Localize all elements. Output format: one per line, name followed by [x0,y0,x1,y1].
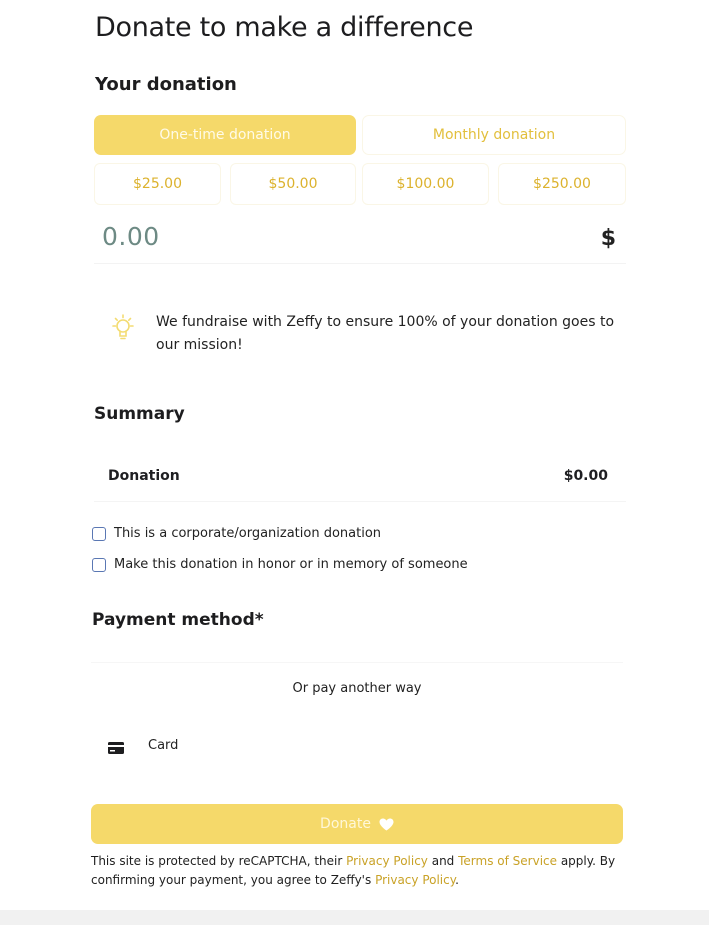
legal-text-4: . [455,873,459,887]
corporate-donation-label: This is a corporate/organization donatio… [114,526,382,541]
amount-button-100[interactable]: $100.00 [362,163,489,205]
corporate-donation-option[interactable]: This is a corporate/organization donatio… [92,526,381,541]
alternative-payment-area: Or pay another way [91,662,623,715]
amount-button-25[interactable]: $25.00 [94,163,221,205]
credit-card-icon [108,739,124,754]
donate-button[interactable]: Donate [91,804,623,844]
summary-donation-row: Donation $0.00 [94,455,626,502]
summary-heading: Summary [94,404,185,424]
payment-method-heading: Payment method* [92,610,264,630]
amount-value: 0.00 [102,222,160,251]
card-label: Card [148,737,179,753]
amount-button-250[interactable]: $250.00 [498,163,626,205]
honor-memory-checkbox[interactable] [92,557,106,572]
tab-one-time-donation[interactable]: One-time donation [94,115,356,155]
amount-button-50[interactable]: $50.00 [230,163,356,205]
legal-text-1: This site is protected by reCAPTCHA, the… [91,854,347,868]
zeffy-privacy-policy-link[interactable]: Privacy Policy [375,873,455,887]
legal-text-2: and [427,854,459,868]
info-message: We fundraise with Zeffy to ensure 100% o… [156,314,615,353]
donate-button-label: Donate [320,816,371,832]
page-bottom-band [0,910,709,925]
terms-of-service-link[interactable]: Terms of Service [458,854,557,868]
summary-row-label: Donation [108,468,180,484]
page-title: Donate to make a difference [95,12,474,43]
heart-icon [379,818,394,831]
payment-option-card[interactable]: Card [91,722,623,768]
legal-notice: This site is protected by reCAPTCHA, the… [91,852,631,890]
lightbulb-icon [107,312,139,344]
alt-payment-label: Or pay another way [292,681,422,696]
amount-input[interactable]: 0.00 $ [94,212,626,264]
honor-memory-label: Make this donation in honor or in memory… [114,557,468,572]
corporate-donation-checkbox[interactable] [92,526,106,541]
currency-symbol: $ [600,226,616,251]
privacy-policy-link[interactable]: Privacy Policy [346,854,428,868]
honor-memory-option[interactable]: Make this donation in honor or in memory… [92,557,468,572]
summary-row-value: $0.00 [563,468,608,484]
tab-monthly-donation[interactable]: Monthly donation [362,115,626,155]
your-donation-heading: Your donation [95,74,237,95]
